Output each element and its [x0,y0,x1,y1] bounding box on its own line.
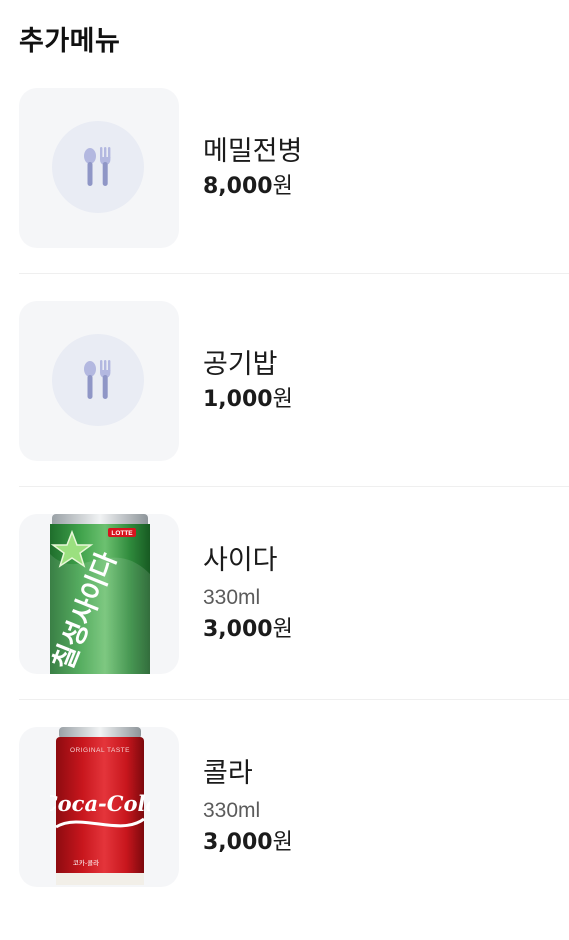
menu-item[interactable]: 메밀전병 8,000원 [0,88,569,301]
can-bottom-text: 코카-콜라 [73,858,99,867]
menu-item-thumbnail [19,301,179,461]
can-top-text: ORIGINAL TASTE [70,747,130,754]
menu-item-info: 콜라 330ml 3,000원 [203,727,293,887]
price-currency: 원 [272,829,293,855]
price-currency: 원 [272,173,293,199]
price-value: 3,000 [203,616,273,642]
menu-item-price: 8,000원 [203,172,302,202]
price-value: 8,000 [203,173,273,199]
menu-item-name: 사이다 [203,544,278,576]
menu-item-thumbnail [19,88,179,248]
menu-item-description: 330ml [203,798,261,822]
menu-item-price: 3,000원 [203,615,293,645]
can-brand-text: LOTTE [111,530,133,537]
price-currency: 원 [272,616,293,642]
utensils-placeholder-icon [84,360,111,399]
price-currency: 원 [272,386,293,412]
divider [19,486,569,487]
placeholder-circle [52,121,144,213]
divider [19,699,569,700]
menu-item-info: 메밀전병 8,000원 [203,88,302,248]
menu-item-description: 330ml [203,585,261,609]
can-logo-text: Coca-Cola [50,791,150,816]
placeholder-circle [52,334,144,426]
menu-item-thumbnail: ORIGINAL TASTE Coca-Cola 코카-콜라 [19,727,179,887]
utensils-placeholder-icon [84,147,111,186]
menu-item-thumbnail: LOTTE 칠성사이다 [19,514,179,674]
menu-item[interactable]: 공기밥 1,000원 [0,301,569,514]
menu-item-name: 메밀전병 [203,135,303,167]
menu-item-price: 1,000원 [203,385,293,415]
menu-item[interactable]: LOTTE 칠성사이다 사이다 330ml 3,000원 [0,514,569,727]
menu-item-name: 공기밥 [203,348,278,380]
cola-can-image: ORIGINAL TASTE Coca-Cola 코카-콜라 [50,727,150,885]
menu-item-info: 사이다 330ml 3,000원 [203,514,293,674]
menu-item-name: 콜라 [203,757,253,789]
cider-can-image: LOTTE 칠성사이다 [50,514,150,674]
menu-item-info: 공기밥 1,000원 [203,301,293,461]
price-value: 3,000 [203,829,273,855]
divider [19,273,569,274]
menu-list: 메밀전병 8,000원 공기밥 1,000원 LOTTE 칠성사이다 사이다 3… [0,88,569,940]
menu-item-price: 3,000원 [203,828,293,858]
menu-item[interactable]: ORIGINAL TASTE Coca-Cola 코카-콜라 콜라 330ml … [0,727,569,940]
price-value: 1,000 [203,386,273,412]
section-title: 추가메뉴 [19,26,121,57]
